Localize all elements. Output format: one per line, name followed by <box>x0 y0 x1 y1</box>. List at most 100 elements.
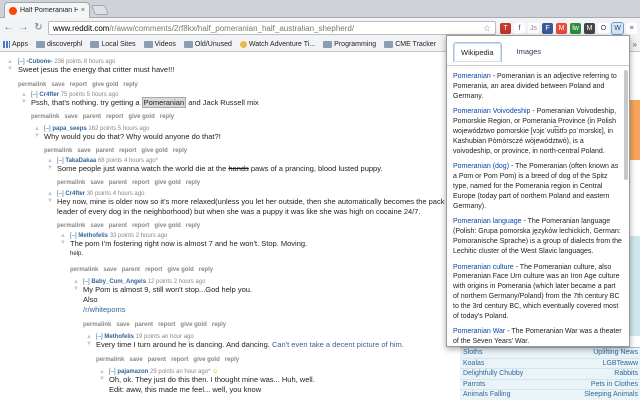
related-link[interactable]: Delightfully Chubby <box>463 369 523 379</box>
bookmark-old-unused[interactable]: Old/Unused <box>183 41 232 48</box>
report-link[interactable]: report <box>106 114 123 120</box>
upvote-icon[interactable]: ▲ <box>6 59 14 66</box>
subreddit-link[interactable]: /r/whitepoms <box>83 305 126 314</box>
bookmark-apps[interactable]: Apps <box>3 41 28 48</box>
save-link[interactable]: save <box>116 322 129 328</box>
parent-link[interactable]: parent <box>122 267 140 273</box>
report-link[interactable]: report <box>171 357 188 363</box>
report-link[interactable]: report <box>70 82 87 88</box>
bookmarks-overflow-icon[interactable]: » <box>633 40 637 49</box>
parent-link[interactable]: parent <box>148 357 166 363</box>
related-link[interactable]: Pets in Clothes <box>591 380 638 390</box>
give-gold-link[interactable]: give gold <box>193 357 219 363</box>
give-gold-link[interactable]: give gold <box>128 114 154 120</box>
extension-icon-3[interactable]: Js <box>528 22 539 34</box>
permalink-link[interactable]: permalink <box>31 114 59 120</box>
permalink-link[interactable]: permalink <box>57 223 85 229</box>
give-gold-link[interactable]: give gold <box>154 180 180 186</box>
reply-link[interactable]: reply <box>160 114 174 120</box>
parent-link[interactable]: parent <box>135 322 153 328</box>
bookmark-programming[interactable]: Programming <box>323 41 376 48</box>
extension-icon-8[interactable]: O <box>598 22 609 34</box>
bookmark-watch-adventure[interactable]: Watch Adventure Ti... <box>239 41 315 48</box>
upvote-icon[interactable]: ▲ <box>46 191 54 198</box>
upvote-icon[interactable]: ▲ <box>72 279 80 286</box>
bookmark-local-sites[interactable]: Local Sites <box>90 41 136 48</box>
wiki-result-link[interactable]: Pomeranian War <box>453 328 505 335</box>
extension-icon-7[interactable]: M <box>584 22 595 34</box>
give-gold-link[interactable]: give gold <box>167 267 193 273</box>
downvote-icon[interactable]: ▼ <box>6 66 14 73</box>
parent-link[interactable]: parent <box>109 180 127 186</box>
extension-icon-4[interactable]: F <box>542 22 553 34</box>
give-gold-link[interactable]: give gold <box>141 148 167 154</box>
related-link[interactable]: Sleeping Animals <box>584 390 638 400</box>
save-link[interactable]: save <box>129 357 142 363</box>
reply-link[interactable]: reply <box>186 223 200 229</box>
wiki-result-link[interactable]: Pomeranian culture <box>453 264 514 271</box>
wiki-result-link[interactable]: Pomeranian (dog) <box>453 163 509 170</box>
wiki-result-link[interactable]: Pomeranian <box>453 73 491 80</box>
permalink-link[interactable]: permalink <box>83 322 111 328</box>
wiki-result-link[interactable]: Pomeranian Voivodeship <box>453 108 530 115</box>
upvote-icon[interactable]: ▲ <box>33 126 41 133</box>
extension-icon-2[interactable]: f <box>514 22 525 34</box>
reply-link[interactable]: reply <box>199 267 213 273</box>
save-link[interactable]: save <box>90 180 103 186</box>
bookmark-star-icon[interactable]: ☆ <box>483 23 491 34</box>
popup-scrollbar[interactable] <box>624 70 628 180</box>
reload-icon[interactable]: ↻ <box>33 22 44 34</box>
downvote-icon[interactable]: ▼ <box>33 133 41 140</box>
bookmark-videos[interactable]: Videos <box>143 41 176 48</box>
new-tab-button[interactable] <box>91 5 109 15</box>
permalink-link[interactable]: permalink <box>18 82 46 88</box>
menu-icon[interactable]: ≡ <box>626 22 637 34</box>
permalink-link[interactable]: permalink <box>57 180 85 186</box>
back-icon[interactable]: ← <box>3 22 14 34</box>
reply-link[interactable]: reply <box>173 148 187 154</box>
picture-link[interactable]: Can't even take a decent picture of him. <box>272 340 404 349</box>
report-link[interactable]: report <box>132 223 149 229</box>
wiki-result-link[interactable]: Pomeranian language <box>453 218 522 225</box>
upvote-icon[interactable]: ▲ <box>20 92 28 99</box>
report-link[interactable]: report <box>132 180 149 186</box>
reply-link[interactable]: reply <box>186 180 200 186</box>
address-bar[interactable]: www.reddit.com/r/aww/comments/2rf8kx/hal… <box>48 21 496 35</box>
give-gold-link[interactable]: give gold <box>92 82 118 88</box>
tab-images[interactable]: Images <box>510 42 549 62</box>
permalink-link[interactable]: permalink <box>70 267 98 273</box>
parent-link[interactable]: parent <box>96 148 114 154</box>
report-link[interactable]: report <box>145 267 162 273</box>
downvote-icon[interactable]: ▼ <box>85 341 93 348</box>
parent-link[interactable]: parent <box>109 223 127 229</box>
save-link[interactable]: save <box>103 267 116 273</box>
reply-link[interactable]: reply <box>225 357 239 363</box>
extension-icon-6[interactable]: lw <box>570 22 581 34</box>
bookmark-discoverphl[interactable]: discoverphl <box>35 41 82 48</box>
downvote-icon[interactable]: ▼ <box>98 376 106 383</box>
upvote-icon[interactable]: ▲ <box>59 233 67 240</box>
related-link[interactable]: Animals Falling <box>463 390 510 400</box>
forward-icon[interactable]: → <box>18 22 29 34</box>
downvote-icon[interactable]: ▼ <box>59 240 67 247</box>
extension-icon-5[interactable]: M <box>556 22 567 34</box>
related-link[interactable]: Parrots <box>463 380 486 390</box>
related-link[interactable]: LGBTeaww <box>603 359 638 369</box>
give-gold-link[interactable]: give gold <box>180 322 206 328</box>
browser-tab[interactable]: Half Pomeranian Half Aus... × <box>4 2 90 18</box>
related-link[interactable]: Uplifting News <box>593 348 638 358</box>
permalink-link[interactable]: permalink <box>96 357 124 363</box>
permalink-link[interactable]: permalink <box>44 148 72 154</box>
bookmark-cme-tracker[interactable]: CME Tracker <box>384 41 436 48</box>
tab-close-icon[interactable]: × <box>81 7 85 14</box>
upvote-icon[interactable]: ▲ <box>85 334 93 341</box>
url-text[interactable]: www.reddit.com/r/aww/comments/2rf8kx/hal… <box>53 24 480 33</box>
upvote-icon[interactable]: ▲ <box>98 369 106 376</box>
wikipedia-extension-icon[interactable]: W <box>611 21 624 35</box>
parent-link[interactable]: parent <box>83 114 101 120</box>
save-link[interactable]: save <box>77 148 90 154</box>
related-link[interactable]: Koalas <box>463 359 484 369</box>
give-gold-link[interactable]: give gold <box>154 223 180 229</box>
downvote-icon[interactable]: ▼ <box>46 198 54 205</box>
reply-link[interactable]: reply <box>123 82 137 88</box>
